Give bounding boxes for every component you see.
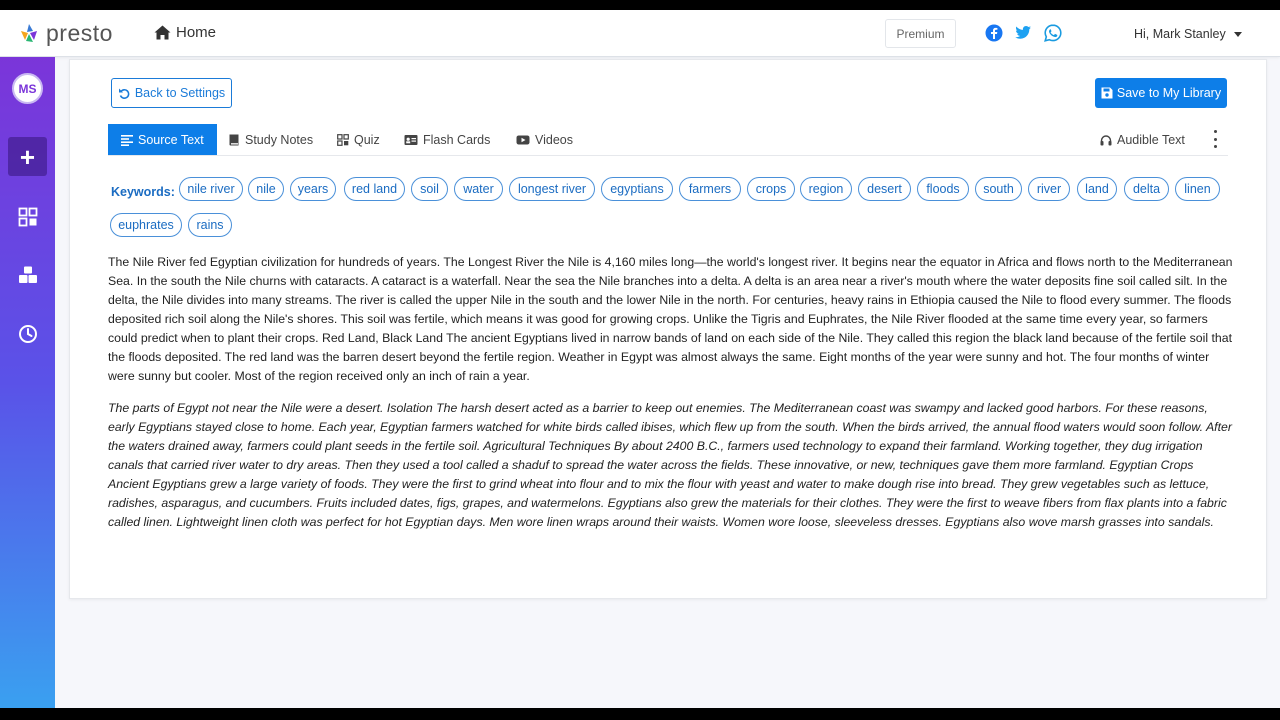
tab-source-text[interactable]: Source Text: [108, 124, 217, 155]
keyword-chip[interactable]: south: [975, 177, 1022, 201]
align-left-icon: [121, 134, 133, 146]
sidebar-item-new[interactable]: +: [8, 137, 47, 176]
tab-quiz[interactable]: Quiz: [337, 124, 380, 155]
source-paragraph-italic: The parts of Egypt not near the Nile wer…: [108, 401, 1232, 529]
keyword-chip[interactable]: nile river: [179, 177, 243, 201]
user-greeting: Hi, Mark Stanley: [1134, 27, 1226, 41]
content-tabs: Source Text Study Notes Quiz Flash Cards…: [108, 124, 1228, 156]
quiz-icon: [337, 133, 349, 146]
content-card: Back to Settings Save to My Library Sour…: [69, 59, 1267, 599]
save-icon: [1101, 87, 1113, 99]
keyword-chip[interactable]: red land: [344, 177, 405, 201]
keyword-chip[interactable]: soil: [411, 177, 448, 201]
headphones-icon: [1100, 134, 1112, 145]
tab-label: Flash Cards: [423, 132, 491, 147]
keyword-chip[interactable]: floods: [917, 177, 969, 201]
twitter-icon[interactable]: [1014, 24, 1032, 42]
undo-icon: [118, 88, 130, 99]
keyword-chip[interactable]: euphrates: [110, 213, 182, 237]
keyword-chip[interactable]: years: [290, 177, 336, 201]
back-to-settings-button[interactable]: Back to Settings: [111, 78, 232, 108]
tab-label: Study Notes: [245, 132, 314, 147]
tab-label: Source Text: [138, 132, 204, 147]
keyword-chip[interactable]: water: [454, 177, 503, 201]
whatsapp-icon[interactable]: [1044, 24, 1062, 42]
presto-logo-icon: [21, 24, 37, 42]
save-button-label: Save to My Library: [1116, 86, 1222, 100]
id-card-icon: [404, 134, 418, 145]
keyword-chip[interactable]: farmers: [679, 177, 741, 201]
keyword-chip[interactable]: nile: [248, 177, 284, 201]
keyword-chip[interactable]: longest river: [509, 177, 595, 201]
tab-audible-text[interactable]: Audible Text: [1100, 124, 1185, 155]
facebook-icon[interactable]: [985, 24, 1003, 42]
home-label: Home: [176, 24, 217, 41]
keyword-chip[interactable]: desert: [858, 177, 911, 201]
source-paragraph: The Nile River fed Egyptian civilization…: [108, 255, 1233, 383]
back-button-label: Back to Settings: [134, 86, 226, 100]
boxes-icon[interactable]: [18, 265, 38, 285]
keyword-chip[interactable]: linen: [1175, 177, 1220, 201]
more-options-icon[interactable]: [1211, 130, 1219, 148]
app-window: presto Home Premium Hi, Mark Stanley MS: [0, 10, 1280, 708]
book-icon: [229, 134, 239, 145]
app-logo[interactable]: presto: [18, 20, 113, 46]
save-to-library-button[interactable]: Save to My Library: [1095, 78, 1227, 108]
keywords-label: Keywords:: [111, 185, 175, 199]
tab-videos[interactable]: Videos: [516, 124, 573, 155]
tab-flash-cards[interactable]: Flash Cards: [404, 124, 490, 155]
home-link[interactable]: Home: [154, 24, 216, 41]
clock-icon[interactable]: [18, 324, 38, 344]
youtube-icon: [516, 135, 530, 144]
logo-text: presto: [46, 19, 113, 46]
keyword-chip[interactable]: region: [800, 177, 852, 201]
keyword-chip[interactable]: rains: [188, 213, 232, 237]
keyword-chip[interactable]: egyptians: [601, 177, 673, 201]
keyword-chip[interactable]: delta: [1124, 177, 1169, 201]
caret-down-icon: [1233, 31, 1242, 37]
keyword-chip[interactable]: crops: [747, 177, 795, 201]
keyword-chip[interactable]: river: [1028, 177, 1070, 201]
home-icon: [154, 25, 171, 40]
keyword-chip[interactable]: land: [1077, 177, 1117, 201]
dashboard-icon[interactable]: [18, 207, 38, 227]
sidebar: MS +: [0, 57, 55, 708]
tab-label: Videos: [535, 132, 573, 147]
tab-label: Audible Text: [1117, 132, 1185, 147]
premium-button[interactable]: Premium: [885, 19, 956, 48]
user-menu[interactable]: Hi, Mark Stanley: [1134, 27, 1242, 41]
taskbar-strip: [0, 708, 1280, 720]
avatar[interactable]: MS: [12, 73, 43, 104]
top-navbar: presto Home Premium Hi, Mark Stanley: [0, 10, 1280, 57]
plus-icon: +: [19, 141, 36, 172]
tab-label: Quiz: [354, 132, 380, 147]
tab-study-notes[interactable]: Study Notes: [228, 124, 313, 155]
